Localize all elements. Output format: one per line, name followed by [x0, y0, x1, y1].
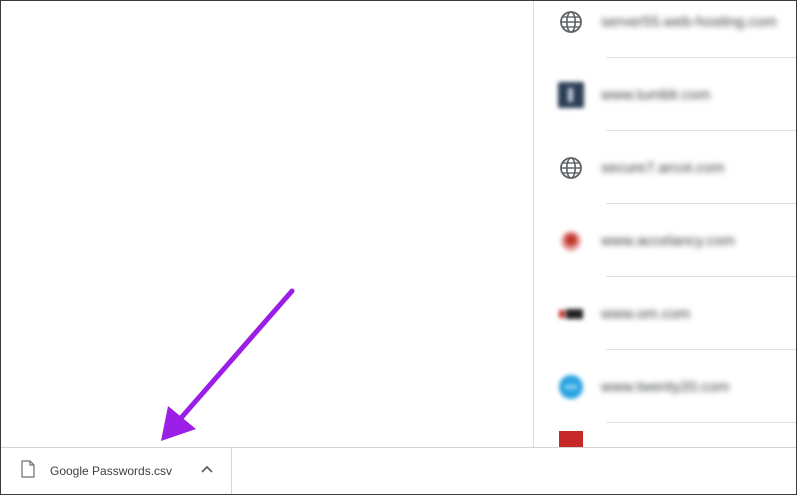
download-item[interactable]: Google Passwords.csv: [1, 448, 232, 494]
site-label: server55.web-hosting.com: [601, 13, 777, 30]
chevron-up-icon[interactable]: [200, 464, 214, 476]
password-row[interactable]: secure7.arcot.com: [534, 131, 796, 204]
om-icon: [557, 300, 585, 328]
password-row[interactable]: www.twenty20.com: [534, 350, 796, 423]
password-row[interactable]: server55.web-hosting.com: [534, 1, 796, 58]
browser-window: server55.web-hosting.com www.tumblr.com: [0, 0, 797, 495]
globe-icon: [557, 154, 585, 182]
accelancy-icon: [557, 227, 585, 255]
site-label: secure7.arcot.com: [601, 159, 725, 176]
tumblr-icon: [557, 81, 585, 109]
password-row[interactable]: [534, 423, 796, 447]
password-row[interactable]: www.accelancy.com: [534, 204, 796, 277]
twenty20-icon: [557, 373, 585, 401]
password-row[interactable]: www.tumblr.com: [534, 58, 796, 131]
site-label: www.twenty20.com: [601, 378, 730, 395]
annotation-arrow: [161, 288, 295, 441]
saved-passwords-list: server55.web-hosting.com www.tumblr.com: [533, 1, 796, 447]
site-label: www.tumblr.com: [601, 86, 711, 103]
red-favicon: [557, 429, 585, 447]
page-content: server55.web-hosting.com www.tumblr.com: [1, 1, 796, 447]
document-icon: [21, 460, 35, 478]
globe-icon: [557, 8, 585, 36]
site-label: www.om.com: [601, 305, 691, 322]
password-row[interactable]: www.om.com: [534, 277, 796, 350]
download-bar: Google Passwords.csv: [1, 447, 796, 494]
download-file-name[interactable]: Google Passwords.csv: [50, 464, 172, 478]
site-label: www.accelancy.com: [601, 232, 735, 249]
